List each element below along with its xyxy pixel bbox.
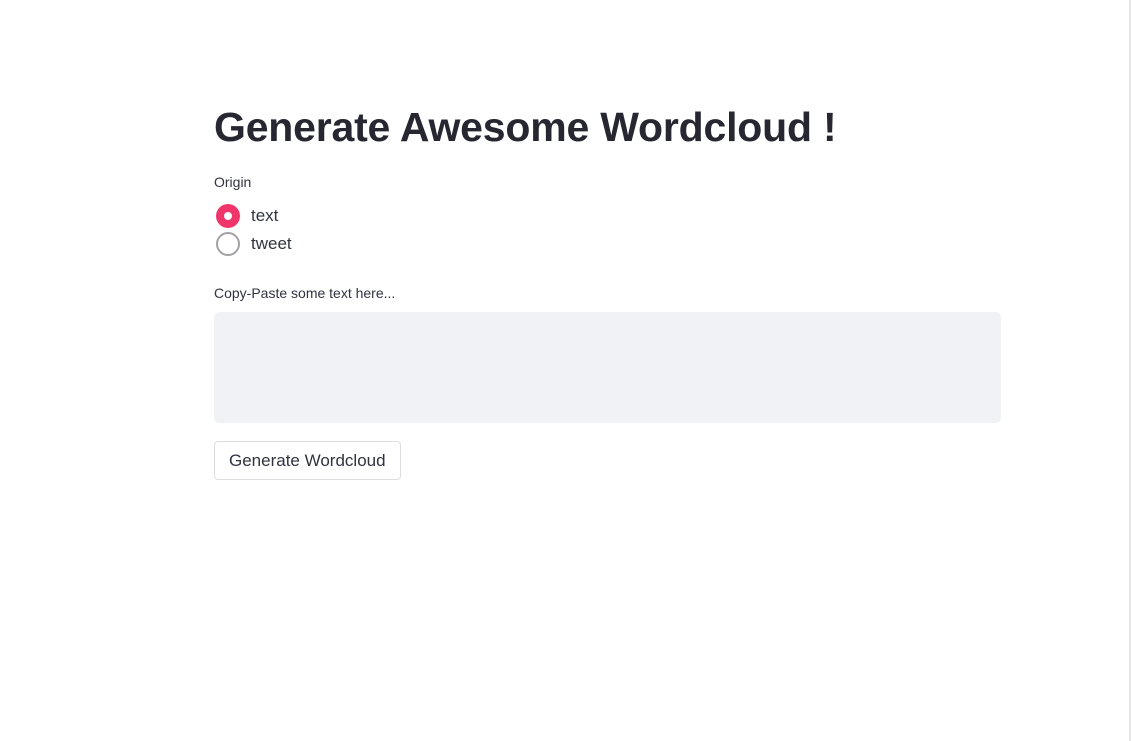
origin-radio-group: text tweet (214, 202, 1001, 258)
origin-label: Origin (214, 174, 252, 190)
radio-checked-icon[interactable] (216, 204, 240, 228)
radio-dot (224, 212, 232, 220)
radio-option-text[interactable]: text (214, 202, 1001, 230)
radio-option-tweet[interactable]: tweet (214, 230, 1001, 258)
text-input-label: Copy-Paste some text here... (214, 285, 396, 301)
main-content: Generate Awesome Wordcloud ! Origin text… (214, 96, 1001, 480)
generate-wordcloud-button[interactable]: Generate Wordcloud (214, 441, 401, 480)
page-title: Generate Awesome Wordcloud ! (214, 104, 837, 150)
radio-label-text: text (251, 206, 279, 225)
radio-unchecked-icon[interactable] (216, 232, 240, 256)
radio-label-tweet: tweet (251, 234, 292, 253)
text-input-area[interactable] (214, 312, 1001, 423)
app-root: Generate Awesome Wordcloud ! Origin text… (0, 0, 1131, 741)
